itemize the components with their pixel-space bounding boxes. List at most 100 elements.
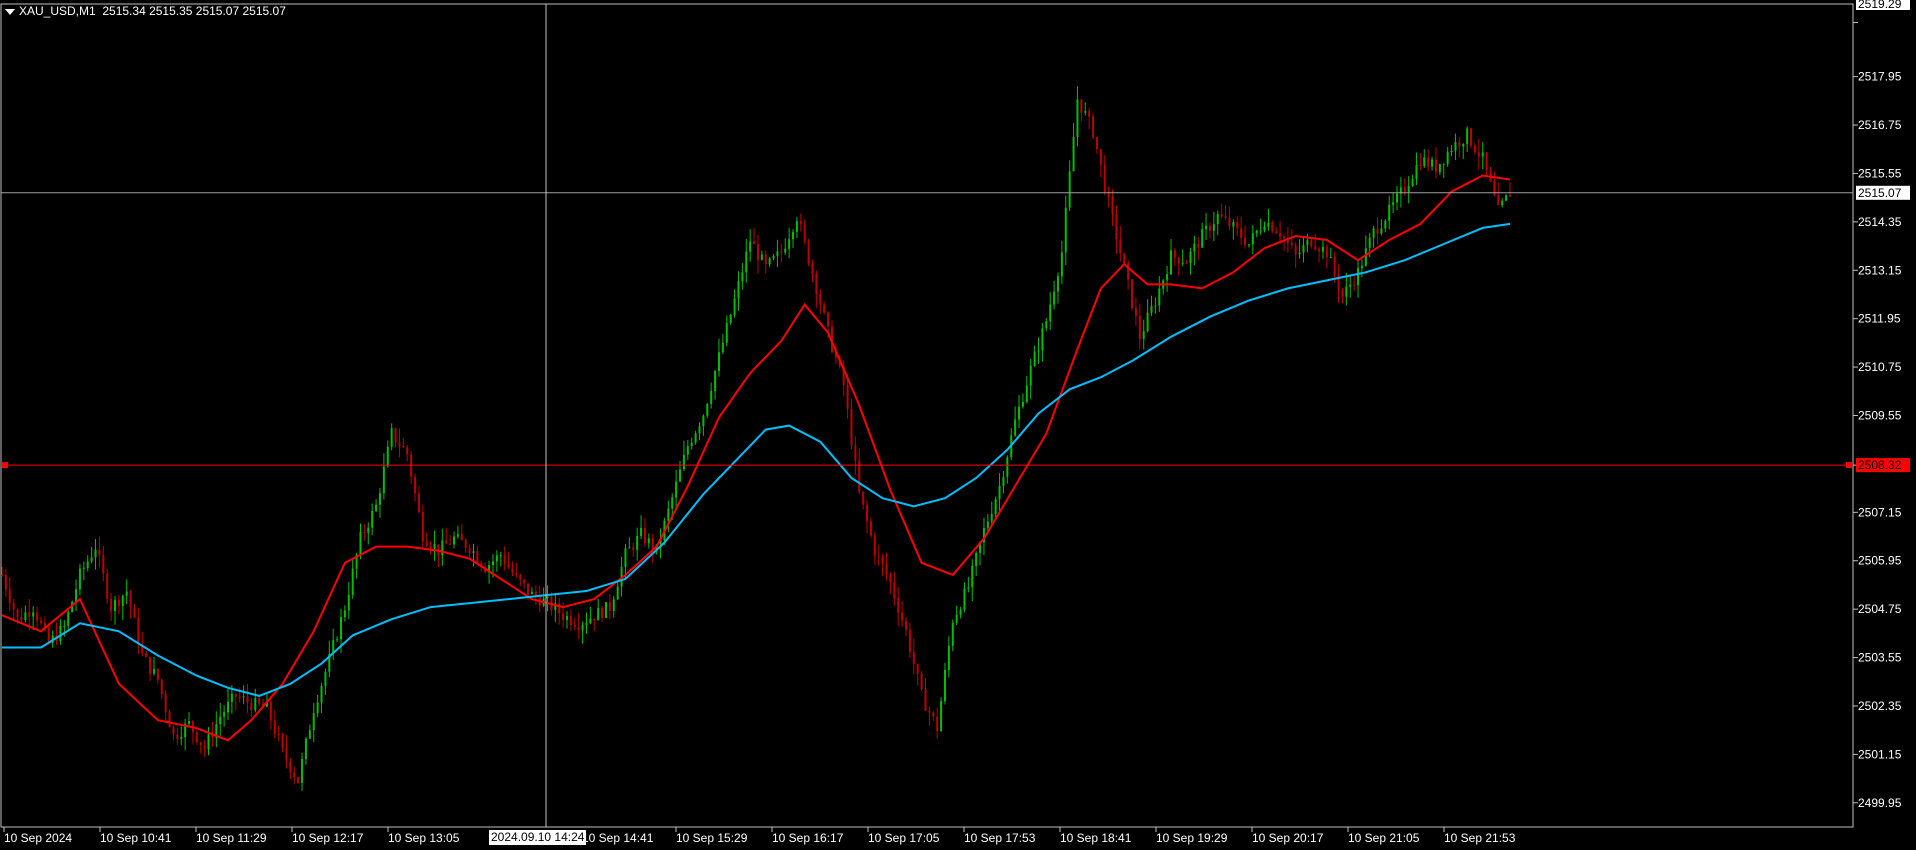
candle-body	[234, 694, 237, 697]
time-tick-label: 10 Sep 10:41	[100, 831, 172, 845]
candle-body	[920, 673, 923, 690]
candle-body	[776, 251, 779, 256]
candle-body	[1255, 230, 1258, 234]
candle-body	[289, 760, 292, 773]
candle-body	[176, 734, 179, 739]
candle-body	[975, 552, 978, 566]
candle-body	[433, 544, 436, 549]
price-tick-label: 2510.75	[1858, 360, 1902, 374]
candle-body	[378, 493, 381, 505]
candle-body	[156, 669, 159, 680]
price-tick-label: 2517.95	[1858, 70, 1902, 84]
candle-body	[1228, 217, 1231, 227]
candle-body	[1259, 230, 1262, 232]
time-tick-label: 10 Sep 19:29	[1156, 831, 1228, 845]
candle-body	[1473, 145, 1476, 153]
candle-body	[616, 586, 619, 600]
candle-body	[593, 618, 596, 621]
candle-body	[710, 390, 713, 404]
time-tick-label: 10 Sep 15:29	[676, 831, 748, 845]
candle-body	[1345, 286, 1348, 297]
candle-body	[1053, 291, 1056, 305]
candle-body	[238, 696, 241, 698]
candle-body	[1505, 195, 1508, 201]
chart-canvas[interactable]: 2519.29 2517.95 2516.75 2515.55 2514.35 2513.…	[0, 0, 1916, 850]
time-tick-label: 10 Sep 2024	[4, 831, 72, 845]
candle-body	[468, 548, 471, 553]
candle-body	[98, 549, 101, 556]
crosshair-time-label: 2024.09.10 14:24	[489, 830, 587, 845]
candle-body	[343, 610, 346, 618]
candle-body	[285, 747, 288, 761]
time-tick-label: 10 Sep 16:17	[772, 831, 844, 845]
candle-body	[932, 712, 935, 717]
candle-body	[908, 629, 911, 653]
candle-body	[1158, 288, 1161, 306]
candle-body	[1485, 152, 1488, 170]
candle-body	[359, 532, 362, 555]
candle-body	[1154, 305, 1157, 307]
candle-body	[195, 732, 198, 743]
candle-body	[491, 561, 494, 565]
candle-body	[998, 485, 1001, 500]
candle-body	[1388, 204, 1391, 221]
candle-body	[24, 612, 27, 620]
candle-body	[811, 263, 814, 274]
price-tick-label: 2511.95	[1858, 312, 1901, 326]
candle-body	[912, 652, 915, 665]
candle-body	[862, 491, 865, 505]
candle-body	[1111, 196, 1114, 215]
time-tick-label: 10 Sep 20:17	[1252, 831, 1324, 845]
candle-body	[702, 415, 705, 427]
candle-body	[1205, 225, 1208, 230]
candle-body	[1197, 243, 1200, 248]
candle-body	[1088, 111, 1091, 117]
horizontal-level-handle[interactable]	[2, 462, 8, 469]
candle-body	[402, 445, 405, 448]
dropdown-triangle-icon[interactable]	[5, 8, 15, 15]
candle-body	[1360, 265, 1363, 269]
candle-body	[546, 596, 549, 599]
candle-body	[682, 454, 685, 470]
candle-body	[1095, 137, 1098, 150]
candle-body	[897, 597, 900, 613]
candle-body	[86, 561, 89, 568]
price-axis: 2519.29 2517.95 2516.75 2515.55 2514.35 2513.…	[1853, 0, 1910, 810]
candle-body	[1014, 419, 1017, 436]
candle-body	[940, 701, 943, 732]
candle-body	[320, 685, 323, 703]
candle-body	[690, 442, 693, 447]
candle-body	[901, 612, 904, 621]
top-price-label: 2519.29	[1858, 0, 1902, 11]
candle-body	[741, 272, 744, 282]
candle-body	[788, 239, 791, 249]
candle-body	[1033, 351, 1036, 366]
candle-body	[250, 702, 253, 711]
candle-body	[990, 513, 993, 522]
candle-body	[460, 534, 463, 541]
candle-body	[1146, 312, 1149, 332]
candle-body	[1314, 245, 1317, 250]
candle-body	[815, 273, 818, 295]
price-tick-label: 2501.15	[1858, 747, 1902, 761]
candle-body	[1064, 207, 1067, 253]
candle-body	[632, 547, 635, 550]
candle-body	[1395, 193, 1398, 203]
candle-body	[936, 716, 939, 732]
candle-body	[1076, 99, 1079, 137]
candle-body	[963, 588, 966, 610]
time-tick-label: 10 Sep 13:05	[388, 831, 460, 845]
candle-body	[1368, 237, 1371, 249]
candle-body	[1216, 213, 1219, 225]
candle-body	[640, 527, 643, 536]
horizontal-level-handle-right[interactable]	[1846, 462, 1852, 469]
candle-body	[499, 555, 502, 557]
candle-body	[827, 312, 830, 327]
candle-body	[1150, 306, 1153, 313]
candle-body	[28, 612, 31, 617]
candle-body	[1325, 246, 1328, 258]
candle-body	[768, 258, 771, 265]
candle-body	[873, 535, 876, 556]
candle-body	[1142, 331, 1145, 339]
candle-body	[1466, 128, 1469, 145]
